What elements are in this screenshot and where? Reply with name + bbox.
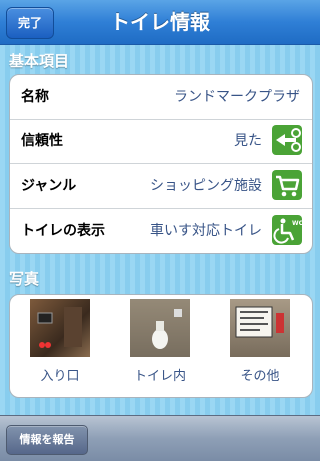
row-name-label: 名称 [21,89,49,105]
shopping-cart-icon [272,170,302,200]
bottom-toolbar: 情報を報告 [0,415,320,461]
other-photo[interactable] [230,299,290,357]
row-genre[interactable]: ジャンル ショッピング施設 [10,164,312,209]
row-genre-value: ショッピング施設 [150,178,262,194]
row-name-value: ランドマークプラザ [174,89,300,105]
toilet-interior-photo[interactable] [130,299,190,357]
navigation-bar: トイレ情報 完了 [0,0,320,45]
row-genre-label: ジャンル [21,178,77,194]
photos-section-header: 写真 [9,270,40,288]
row-toilet-type-value: 車いす対応トイレ [150,223,262,239]
basic-section-header: 基本項目 [9,52,70,70]
photo-toilet-interior-caption: トイレ内 [133,369,186,384]
done-button[interactable]: 完了 [6,7,54,39]
row-reliability-value: 見た [234,133,262,149]
row-reliability[interactable]: 信頼性 見た [10,119,312,164]
photo-other-caption: その他 [240,369,280,384]
entrance-photo[interactable] [30,299,90,357]
svg-text:WC: WC [292,220,302,227]
row-name[interactable]: 名称 ランドマークプラザ [10,75,312,120]
row-toilet-type-label: トイレの表示 [21,223,105,239]
report-info-button[interactable]: 情報を報告 [6,425,88,455]
photos-group: 入り口 トイレ内 その他 [9,294,313,398]
wheelchair-wc-icon: WC [272,215,304,245]
seen-arrows-icon [272,125,302,155]
basic-info-group: 名称 ランドマークプラザ 信頼性 見た ジャンル ショッピング施設 トイレの表示… [9,74,313,254]
photo-entrance-caption: 入り口 [40,369,80,384]
row-toilet-type[interactable]: トイレの表示 車いす対応トイレ WC [10,209,312,253]
row-reliability-label: 信頼性 [21,133,63,149]
